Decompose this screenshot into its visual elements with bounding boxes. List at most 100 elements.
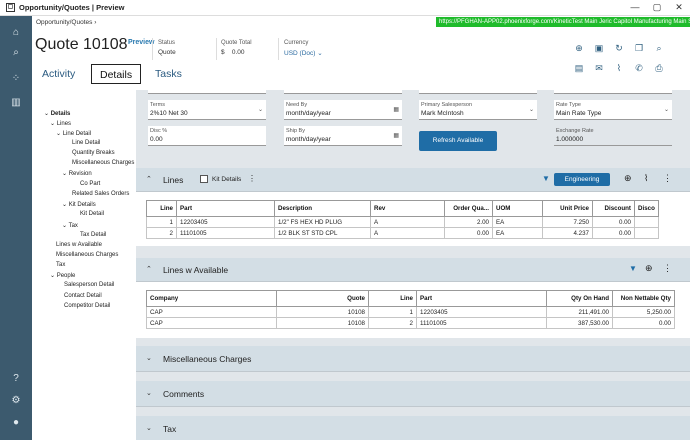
table-cell[interactable]: 0.00 xyxy=(612,317,675,329)
currency-field[interactable]: Currency USD (Doc) ⌄ xyxy=(284,40,323,57)
chevron-down-icon[interactable]: ⌄ xyxy=(62,223,69,229)
tree-item[interactable]: Tax Detail xyxy=(80,232,106,238)
tree-item[interactable]: Lines w Available xyxy=(56,242,102,248)
table-cell[interactable]: 1/2 BLK ST STD CPL xyxy=(274,227,371,239)
primary-salesperson-field[interactable]: Primary Salesperson Mark McIntosh ⌄ xyxy=(419,100,537,120)
close-button[interactable]: ✕ xyxy=(668,0,690,16)
column-header[interactable]: Qty On Hand xyxy=(546,290,613,307)
add-icon[interactable]: ⊕ xyxy=(645,263,653,274)
refresh-available-button[interactable]: Refresh Available xyxy=(419,131,497,151)
table-cell[interactable]: 387,530.00 xyxy=(546,317,613,329)
add-new-icon[interactable]: ⊕ xyxy=(572,41,586,55)
tree-item[interactable]: Co Part xyxy=(80,181,100,187)
attachment-icon[interactable]: ⌇ xyxy=(644,173,648,184)
help-icon[interactable]: ? xyxy=(9,372,23,386)
currency-value[interactable]: USD (Doc) xyxy=(284,50,315,57)
chevron-down-icon[interactable]: ⌄ xyxy=(44,111,51,117)
column-header[interactable]: UOM xyxy=(492,200,543,217)
column-header[interactable]: Discount xyxy=(592,200,635,217)
table-cell[interactable]: 0.00 xyxy=(592,227,635,239)
table-row[interactable]: 1 12203405 1/2" FS HEX HD PLUG A 2.00 EA 7.250… xyxy=(146,216,659,228)
table-cell[interactable]: 0.00 xyxy=(592,216,635,228)
table-cell[interactable]: 12203405 xyxy=(416,306,547,318)
add-icon[interactable]: ⊕ xyxy=(624,173,632,184)
tree-item[interactable]: Salesperson Detail xyxy=(64,282,114,288)
ship-to-field[interactable] xyxy=(284,90,402,94)
tax-panel[interactable]: ⌄ Tax xyxy=(136,416,690,440)
tree-item[interactable]: Kit Detail xyxy=(80,211,104,217)
table-cell[interactable]: EA xyxy=(492,227,543,239)
tree-item[interactable]: Competitor Detail xyxy=(64,303,110,309)
tree-item[interactable]: ⌄ People xyxy=(50,272,75,279)
engineering-button[interactable]: Engineering xyxy=(554,173,610,186)
filter-icon[interactable]: ▼ xyxy=(542,174,550,183)
tree-item[interactable]: Miscellaneous Charges xyxy=(72,160,134,166)
sales-rep-field[interactable] xyxy=(554,90,672,94)
minimize-button[interactable]: — xyxy=(624,0,646,16)
misc-charges-panel-header[interactable]: ⌄ Miscellaneous Charges xyxy=(136,346,690,372)
misc-charges-panel[interactable]: ⌄ Miscellaneous Charges xyxy=(136,346,690,372)
attachment-icon[interactable]: ⌇ xyxy=(612,61,626,75)
table-cell[interactable] xyxy=(634,216,659,228)
chevron-up-icon[interactable]: ⌃ xyxy=(146,175,152,183)
document-icon[interactable]: ▤ xyxy=(572,61,586,75)
phone-icon[interactable]: ✆ xyxy=(632,61,646,75)
comments-panel[interactable]: ⌄ Comments xyxy=(136,381,690,407)
table-cell[interactable]: EA xyxy=(492,216,543,228)
home-icon[interactable]: ⌂ xyxy=(9,26,23,40)
chevron-down-icon[interactable]: ⌄ xyxy=(146,354,152,362)
more-icon[interactable]: ⋮ xyxy=(248,174,256,183)
more-icon[interactable]: ⋮ xyxy=(663,173,672,184)
chevron-down-icon[interactable]: ⌄ xyxy=(62,202,69,208)
tab-tasks[interactable]: Tasks xyxy=(155,64,182,84)
ship-via-field[interactable] xyxy=(419,90,537,94)
table-cell[interactable]: 1 xyxy=(146,216,177,228)
terms-value[interactable]: 2%10 Net 30 xyxy=(148,108,266,117)
kit-details-checkbox[interactable] xyxy=(200,175,208,183)
tree-item[interactable]: ⌄ Tax xyxy=(62,222,78,229)
more-icon[interactable]: ⋮ xyxy=(663,263,672,274)
chevron-down-icon[interactable]: ⌄ xyxy=(50,121,57,127)
chevron-down-icon[interactable]: ⌄ xyxy=(146,389,152,397)
save-icon[interactable]: ▣ xyxy=(592,41,606,55)
table-cell[interactable]: 10108 xyxy=(276,306,369,318)
table-cell[interactable]: 7.250 xyxy=(542,216,593,228)
tree-item[interactable]: ⌄ Revision xyxy=(62,170,92,177)
preview-link[interactable]: Preview xyxy=(128,39,154,46)
customer-field[interactable] xyxy=(148,90,266,94)
terms-field[interactable]: Terms 2%10 Net 30 ⌄ xyxy=(148,100,266,120)
tree-item[interactable]: Tax xyxy=(56,262,65,268)
search-icon[interactable]: ⌕ xyxy=(9,46,23,60)
table-row[interactable]: CAP 10108 2 11101005 387,530.00 0.00 xyxy=(146,317,675,329)
column-header[interactable]: Part xyxy=(416,290,547,307)
column-header[interactable]: Non Nettable Qty xyxy=(612,290,675,307)
table-cell[interactable]: A xyxy=(370,216,445,228)
table-cell[interactable]: 11101005 xyxy=(416,317,547,329)
table-row[interactable]: 2 11101005 1/2 BLK ST STD CPL A 0.00 EA 4.237 0… xyxy=(146,227,659,239)
rate-type-value[interactable]: Main Rate Type xyxy=(554,108,672,117)
chevron-down-icon[interactable]: ⌄ xyxy=(146,424,152,432)
lines-available-panel-header[interactable]: ⌃ Lines w Available ▼ ⊕ ⋮ xyxy=(136,258,690,282)
disc-field[interactable]: Disc % 0.00 xyxy=(148,126,266,146)
comments-panel-header[interactable]: ⌄ Comments xyxy=(136,381,690,407)
tab-activity[interactable]: Activity xyxy=(42,64,75,84)
table-cell[interactable]: 12203405 xyxy=(176,216,275,228)
tax-panel-header[interactable]: ⌄ Tax xyxy=(136,416,690,440)
print-icon[interactable]: ⎙ xyxy=(652,61,666,75)
table-cell[interactable] xyxy=(634,227,659,239)
apps-grid-icon[interactable]: ⁘ xyxy=(9,72,23,86)
table-cell[interactable]: 2 xyxy=(368,317,417,329)
table-cell[interactable]: 11101005 xyxy=(176,227,275,239)
primary-salesperson-value[interactable]: Mark McIntosh xyxy=(419,108,537,117)
ship-by-field[interactable]: Ship By month/day/year ▦ xyxy=(284,126,402,146)
tree-item[interactable]: Contact Detail xyxy=(64,293,102,299)
table-row[interactable]: CAP 10108 1 12203405 211,491.00 5,250.00 xyxy=(146,306,675,318)
column-header[interactable]: Line xyxy=(368,290,417,307)
table-cell[interactable]: CAP xyxy=(146,317,277,329)
table-cell[interactable]: 211,491.00 xyxy=(546,306,613,318)
tree-item[interactable]: ⌄ Lines xyxy=(50,120,71,127)
tree-item[interactable]: Quantity Breaks xyxy=(72,150,115,156)
chevron-up-icon[interactable]: ⌃ xyxy=(146,265,152,273)
maximize-button[interactable]: ▢ xyxy=(646,0,668,16)
table-cell[interactable]: 1/2" FS HEX HD PLUG xyxy=(274,216,371,228)
